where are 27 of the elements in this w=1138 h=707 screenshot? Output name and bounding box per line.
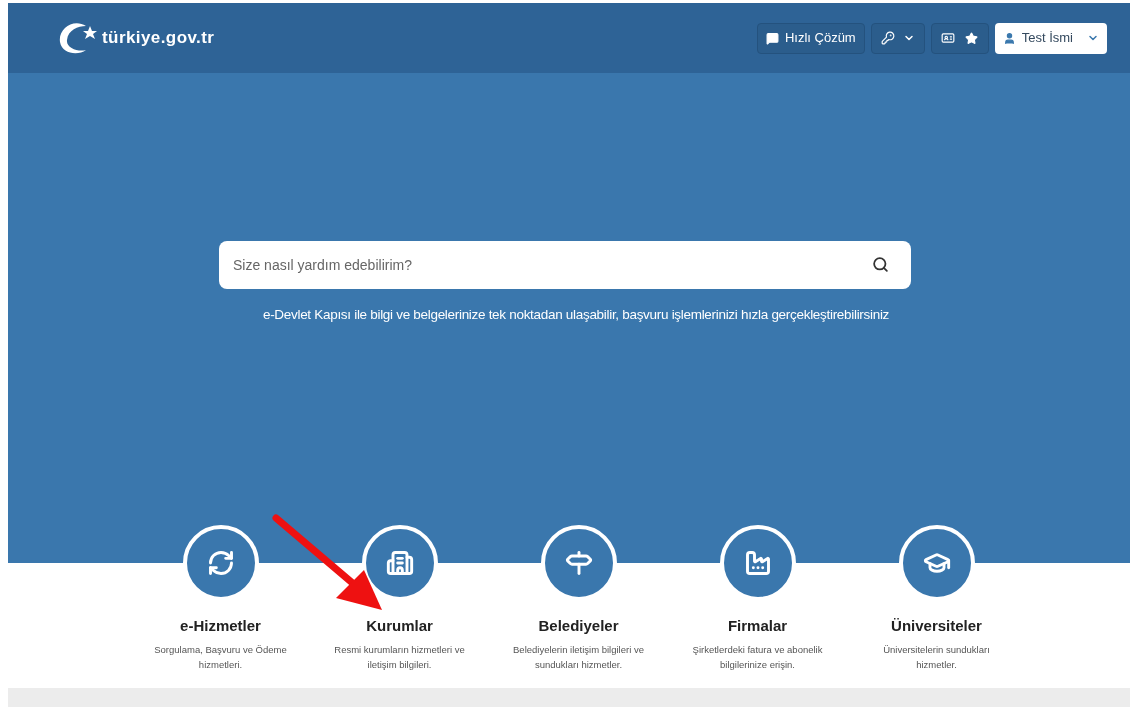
category-title[interactable]: Belediyeler xyxy=(538,615,619,638)
search-field[interactable]: Size nasıl yardım edebilirim? xyxy=(219,241,911,289)
key-icon xyxy=(880,31,895,45)
id-card-icon[interactable] xyxy=(941,31,956,45)
category-description: Üniversitelerin sundukları hizmetler. xyxy=(882,642,991,672)
building-icon xyxy=(385,549,414,577)
key-dropdown-button[interactable] xyxy=(870,22,925,54)
category-title[interactable]: e-Hizmetler xyxy=(180,615,261,638)
search-icon[interactable] xyxy=(872,256,889,273)
quick-solution-button[interactable]: Hızlı Çözüm xyxy=(756,22,865,54)
category-description: Resmi kurumların hizmetleri ve iletişim bilgileri. xyxy=(333,642,466,672)
user-menu-button[interactable]: Test İsmi xyxy=(994,22,1107,54)
category-description: Sorgulama, Başvuru ve Ödeme hizmetleri. xyxy=(153,642,288,672)
category-description: Şirketlerdeki fatura ve abonelik bilgilerinize erişin. xyxy=(691,642,824,672)
refresh-icon xyxy=(206,549,235,577)
factory-icon xyxy=(743,549,772,577)
star-icon[interactable] xyxy=(965,31,979,45)
category-title[interactable]: Kurumlar xyxy=(366,615,433,638)
user-icon xyxy=(1002,31,1016,45)
site-logo[interactable]: türkiye.gov.tr xyxy=(56,20,215,56)
tagline-text: e-Devlet Kapısı ile bilgi ve belgelerinize tek noktadan ulaşabilir, başvuru işlemlerinizi hızla gerçekleştirebilirsiniz xyxy=(262,306,890,324)
category-description: Belediyelerin iletişim bilgileri ve sundukları hizmetler. xyxy=(512,642,645,672)
chat-icon xyxy=(765,31,779,45)
logo-text: türkiye.gov.tr xyxy=(102,27,215,50)
signpost-icon xyxy=(564,549,593,577)
category-title[interactable]: Firmalar xyxy=(727,615,788,638)
category-title[interactable]: Üniversiteler xyxy=(891,615,982,638)
